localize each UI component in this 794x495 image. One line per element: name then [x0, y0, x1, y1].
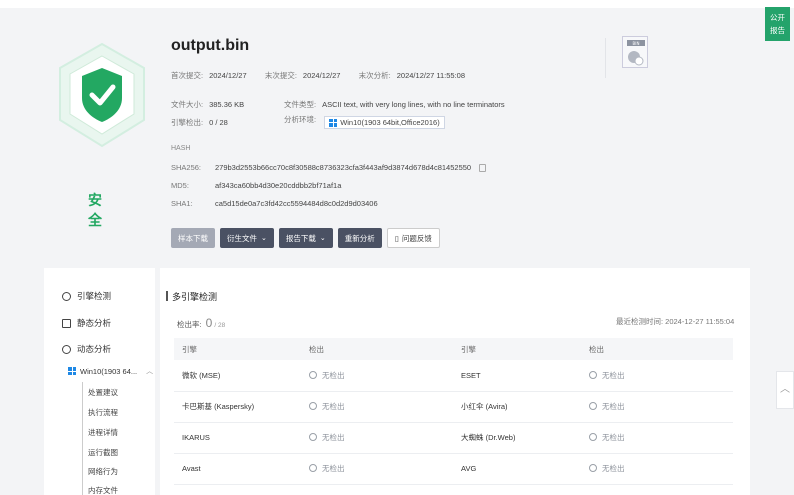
scroll-top-button[interactable]: ︿ — [776, 371, 794, 409]
table-row: 微软 (MSE) 无检出 ESET 无检出 — [174, 360, 733, 392]
feedback-button[interactable]: ▯ 问题反馈 — [386, 228, 440, 248]
sidebar — [44, 268, 155, 495]
derived-files-button[interactable]: 衍生文件 ⌄ — [220, 228, 274, 248]
sample-download-button[interactable]: 样本下载 — [171, 228, 215, 248]
windows-icon — [329, 118, 338, 127]
sidebar-sub-item[interactable]: 进程详情 — [88, 427, 118, 438]
table-row: Avast 无检出 AVG 无检出 — [174, 453, 733, 485]
check-circle-icon — [309, 402, 317, 410]
engine-table: 引擎 检出 引擎 检出 微软 (MSE) 无检出 ESET 无检出 卡巴斯基 (… — [174, 338, 733, 485]
last-detect-time: 最近检测时间: 2024-12-27 11:55:04 — [616, 317, 735, 326]
sidebar-sub-item[interactable]: 内存文件 — [88, 485, 118, 495]
env-badge[interactable]: Win10(1903 64bit,Office2016) — [324, 116, 445, 129]
section-title: 多引擎检测 — [165, 291, 218, 302]
check-circle-icon — [309, 433, 317, 441]
hash-title: HASH — [171, 145, 191, 152]
sidebar-sub-item[interactable]: 处置建议 — [88, 387, 118, 398]
feedback-icon: ▯ — [394, 233, 399, 243]
chevron-down-icon: ⌄ — [261, 235, 267, 242]
engine-icon — [62, 291, 71, 301]
verdict-shield-icon — [54, 40, 150, 150]
sidebar-sub-item[interactable]: 网络行为 — [88, 466, 118, 477]
col-header: 引擎 — [174, 338, 301, 360]
divider — [605, 38, 606, 78]
table-row: IKARUS 无检出 大蜘蛛 (Dr.Web) 无检出 — [174, 422, 733, 454]
reanalyze-button[interactable]: 重新分析 — [337, 228, 382, 248]
copy-icon[interactable] — [479, 164, 487, 173]
file-size: 文件大小: 385.36 KB — [171, 100, 245, 109]
sidebar-sub-item[interactable]: 执行流程 — [88, 407, 118, 418]
col-header: 检出 — [301, 338, 453, 360]
document-icon — [62, 318, 71, 328]
check-circle-icon — [589, 402, 597, 410]
tree-line — [82, 382, 83, 495]
chevron-down-icon: ⌄ — [319, 235, 326, 242]
sidebar-env[interactable]: Win10(1903 64... ︿ — [68, 366, 153, 376]
report-button-label: 公开 报告 — [770, 13, 785, 35]
sha1-row: SHA1: ca5d15de0a7c3fd42cc5594484d8c0d2d9d… — [171, 199, 378, 208]
verdict-label: 安全 — [88, 193, 102, 229]
check-circle-icon — [589, 370, 597, 379]
detection-rate: 检出率: 0 / 28 — [177, 316, 226, 330]
chevron-up-icon: ︿ — [146, 368, 154, 375]
engine-detections: 引擎检出: 0 / 28 — [171, 118, 228, 127]
file-type: 文件类型: ASCII text, with very long lines, w… — [284, 100, 505, 109]
check-circle-icon — [589, 464, 597, 472]
file-name: output.bin — [171, 37, 250, 54]
bin-file-icon: BIN — [622, 36, 648, 68]
table-row: 卡巴斯基 (Kaspersky) 无检出 小红伞 (Avira) 无检出 — [174, 391, 733, 423]
file-summary: 安全 output.bin 首次提交: 2024/12/27 末次提交: 2024/… — [44, 18, 750, 258]
check-circle-icon — [589, 433, 597, 441]
col-header: 引擎 — [453, 338, 581, 360]
check-circle-icon — [309, 370, 317, 379]
sidebar-item-static[interactable]: 静态分析 — [62, 317, 111, 329]
report-download-button[interactable]: 报告下载 ⌄ — [278, 228, 333, 248]
sidebar-item-engine[interactable]: 引擎检测 — [62, 290, 111, 302]
check-circle-icon — [309, 464, 317, 472]
md5-row: MD5: af343ca60bb4d30e20cddbb2bf71af1a — [171, 181, 342, 190]
col-header: 检出 — [581, 338, 733, 360]
svg-text:BIN: BIN — [633, 41, 640, 46]
chevron-up-icon: ︿ — [780, 384, 790, 395]
dynamic-icon — [62, 344, 71, 354]
top-bar — [0, 0, 794, 8]
sidebar-sub-item[interactable]: 运行截图 — [88, 447, 118, 458]
submit-times: 首次提交: 2024/12/27 末次提交: 2024/12/27 末次分析: 202… — [171, 71, 466, 80]
analysis-env: 分析环境: Win10(1903 64bit,Office2016) — [284, 114, 445, 129]
windows-icon — [68, 367, 76, 375]
action-buttons: 样本下载 衍生文件 ⌄ 报告下载 ⌄ 重新分析 ▯ 问题反馈 — [171, 228, 440, 248]
sidebar-item-dynamic[interactable]: 动态分析 — [62, 343, 111, 355]
sha256-row: SHA256: 279b3d2553b66cc70c8f30588c8736323… — [171, 163, 487, 173]
public-report-button[interactable]: 公开 报告 — [765, 7, 790, 41]
